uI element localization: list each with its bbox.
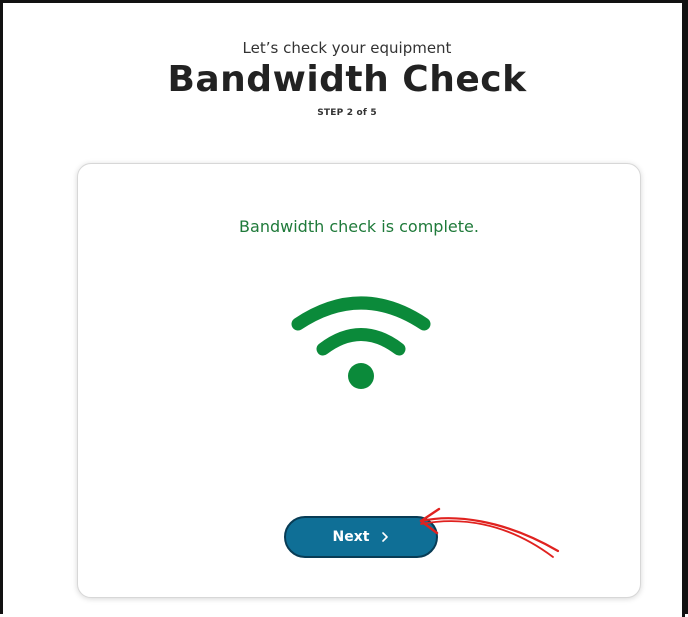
- step-indicator: STEP 2 of 5: [317, 108, 377, 118]
- page-header: Let’s check your equipment Bandwidth Che…: [3, 39, 688, 118]
- bandwidth-card: Bandwidth check is complete. Next: [77, 163, 641, 598]
- status-message: Bandwidth check is complete.: [239, 217, 479, 236]
- window-frame: Let’s check your equipment Bandwidth Che…: [0, 0, 688, 617]
- page-title: Bandwidth Check: [167, 59, 527, 100]
- next-button-label: Next: [332, 529, 370, 545]
- page-subtitle: Let’s check your equipment: [242, 39, 452, 57]
- chevron-right-icon: [382, 532, 389, 542]
- next-button[interactable]: Next: [284, 516, 438, 558]
- wifi-icon: [291, 296, 431, 389]
